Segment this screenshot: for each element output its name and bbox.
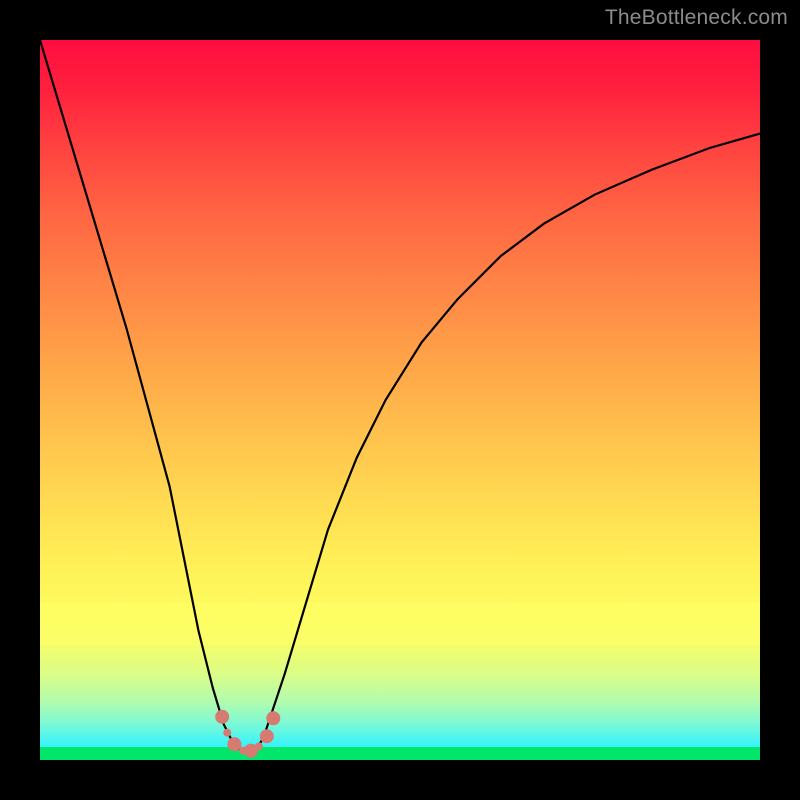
chart-frame: TheBottleneck.com xyxy=(0,0,800,800)
highlight-dot xyxy=(266,711,280,725)
highlight-dots xyxy=(215,710,280,758)
highlight-dot xyxy=(227,737,241,751)
highlight-dot xyxy=(223,729,231,737)
plot-area xyxy=(40,40,760,760)
highlight-dot xyxy=(260,729,274,743)
highlight-dot xyxy=(215,710,229,724)
highlight-dot xyxy=(255,742,263,750)
dots-svg xyxy=(40,40,760,760)
watermark-text: TheBottleneck.com xyxy=(605,6,788,30)
